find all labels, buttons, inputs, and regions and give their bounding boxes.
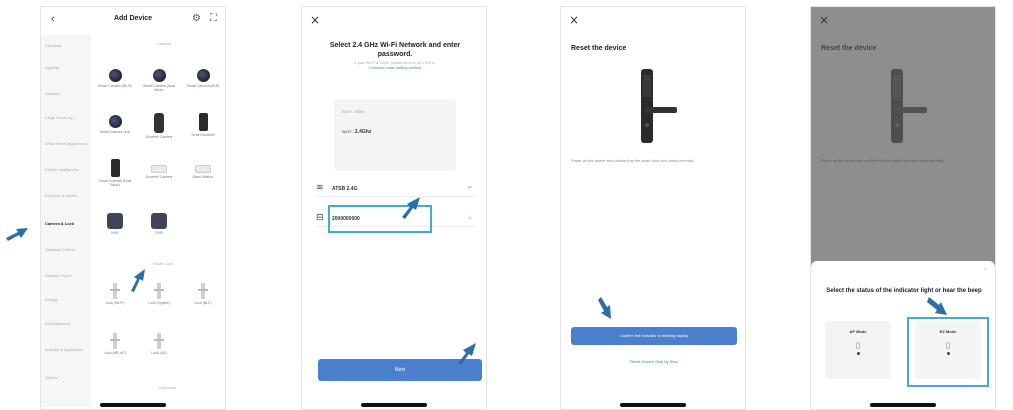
- base-station-icon: [195, 165, 211, 173]
- device-item[interactable]: Lock (4G): [139, 333, 179, 355]
- sidebar-item-outdoor[interactable]: Outdoor Travel: [45, 273, 89, 278]
- sidebar-item-large-appliances[interactable]: Large Home Ap...: [45, 115, 89, 120]
- home-indicator: [870, 403, 936, 407]
- arrow-next-icon: [454, 337, 484, 367]
- arrow-category-icon: [4, 218, 34, 248]
- wifi-5ghz-row: Wi-Fi - 5Ghz: [342, 109, 365, 114]
- close-icon[interactable]: ×: [569, 13, 579, 27]
- camera-icon: [108, 115, 122, 128]
- page-description: Power on the device and confirm that the…: [821, 159, 945, 163]
- wifi-name-field[interactable]: ≋ ATSB 2.4G ⇄: [316, 183, 476, 197]
- device-item[interactable]: DVR: [139, 213, 179, 235]
- wifi-icon: ≋: [316, 183, 324, 193]
- section-lock: Smart Lock: [153, 261, 174, 266]
- sidebar-item-small-appliances[interactable]: Small Home Appliances: [45, 141, 89, 146]
- reset-step-link[interactable]: Reset Device Step by Step: [571, 359, 737, 364]
- doorbell-icon: [110, 159, 120, 177]
- sidebar-item-exercise[interactable]: Exercise & Health: [45, 193, 89, 198]
- eye-icon[interactable]: ◎: [468, 215, 472, 221]
- camera-icon: [196, 69, 210, 82]
- add-more-link[interactable]: Add more: [159, 385, 176, 390]
- device-item[interactable]: Lock (BLE): [183, 283, 223, 305]
- gear-icon[interactable]: ⚙: [192, 13, 201, 24]
- header: ‹ Add Device ⚙ ⛶: [41, 13, 225, 29]
- screen-add-device: ‹ Add Device ⚙ ⛶ Electrical Lighting Sen…: [40, 6, 226, 410]
- doorbell-icon: [154, 113, 164, 133]
- doorbell-icon: [198, 113, 208, 131]
- page-subtitle: If your Wi-Fi is 5GHz, please set it to …: [354, 61, 436, 70]
- sheet-title: Select the status of the indicator light…: [826, 288, 982, 294]
- category-sidebar: Electrical Lighting Sensors Large Home A…: [41, 35, 91, 407]
- close-icon[interactable]: ×: [819, 13, 829, 27]
- arrow-password-icon: [398, 191, 428, 221]
- sidebar-item-lighting[interactable]: Lighting: [45, 65, 89, 70]
- ap-mode-option[interactable]: AP Mode: [825, 321, 891, 379]
- lock-icon: [198, 283, 208, 299]
- device-item[interactable]: NVR: [95, 213, 135, 235]
- sidebar-item-energy[interactable]: Energy: [45, 297, 89, 302]
- lock-icon: [154, 283, 164, 299]
- ptz-camera-icon: [151, 165, 167, 173]
- sidebar-item-others[interactable]: Others: [45, 375, 89, 380]
- mode-bottom-sheet: × Select the status of the indicator lig…: [811, 261, 995, 409]
- device-item[interactable]: Base Station: [183, 165, 223, 179]
- door-lock-image: [635, 69, 679, 145]
- screen-select-mode: × Reset the device Power on the device a…: [810, 6, 996, 410]
- indicator-light-icon: [856, 342, 860, 349]
- arrow-confirm-icon: [595, 295, 625, 325]
- home-indicator: [100, 403, 166, 407]
- page-description: Power on the device and confirm that the…: [571, 159, 695, 163]
- indicator-dot-icon: [856, 352, 860, 355]
- sidebar-item-entertainment[interactable]: Entertainment: [45, 321, 89, 326]
- dvr-icon: [151, 213, 167, 229]
- device-item[interactable]: Doorbell Camera: [139, 165, 179, 179]
- camera-icon: [108, 69, 122, 82]
- lock-icon: [110, 283, 120, 299]
- sidebar-item-camera-lock[interactable]: Camera & Lock: [45, 221, 89, 226]
- lock-icon: [110, 333, 120, 349]
- sidebar-item-sensors[interactable]: Sensors: [45, 91, 89, 96]
- page-title: Reset the device: [571, 45, 627, 52]
- home-indicator: [620, 403, 686, 407]
- arrow-lock-icon: [125, 263, 155, 293]
- lock-icon: [154, 333, 164, 349]
- sidebar-item-kitchen[interactable]: Kitchen Appliances: [45, 167, 89, 172]
- swap-icon[interactable]: ⇄: [468, 185, 472, 191]
- confirm-blinking-button[interactable]: Confirm the indicator is blinking rapidl…: [571, 327, 737, 345]
- screen-reset-device: × Reset the device Power on the device a…: [560, 6, 746, 410]
- router-setting-link[interactable]: Common router setting method: [369, 66, 421, 70]
- device-item[interactable]: Smart Camera (4G): [95, 115, 135, 134]
- wifi-band-illustration: Wi-Fi - 5Ghz Wi-Fi - 2.4Ghz: [334, 99, 456, 171]
- device-item[interactable]: Smart Camera (BLE): [183, 69, 223, 88]
- home-indicator: [361, 403, 427, 407]
- door-lock-image: [885, 69, 929, 145]
- device-item[interactable]: Smart Camera (Wi-Fi): [95, 69, 135, 88]
- device-item[interactable]: Smart Doorbell: [183, 113, 223, 137]
- device-item[interactable]: Smart Doorbell (Dual Band): [95, 159, 135, 187]
- close-icon[interactable]: ×: [310, 13, 320, 27]
- device-item[interactable]: Doorbell Camera: [139, 113, 179, 139]
- page-title: Select 2.4 GHz Wi-Fi Network and enter p…: [329, 42, 461, 58]
- wifi-24ghz-row: Wi-Fi - 2.4Ghz: [342, 129, 372, 135]
- highlight-box: [907, 317, 989, 387]
- nvr-icon: [107, 213, 123, 229]
- camera-icon: [152, 69, 166, 82]
- arrow-ez-mode-icon: [925, 295, 955, 325]
- sidebar-item-electrical[interactable]: Electrical: [45, 43, 89, 48]
- section-camera: Camera: [157, 41, 172, 46]
- device-item[interactable]: Lock (NB-IoT): [95, 333, 135, 355]
- device-item[interactable]: Smart Camera (Dual Band): [139, 69, 179, 92]
- sheet-close-icon[interactable]: ×: [984, 267, 987, 273]
- lock-icon: ⊟: [316, 213, 324, 223]
- instruction-steps: ‹ Add Device ⚙ ⛶ Electrical Lighting Sen…: [0, 0, 1013, 410]
- screen-wifi-setup: × Select 2.4 GHz Wi-Fi Network and enter…: [301, 6, 487, 410]
- page-title: Reset the device: [821, 45, 877, 52]
- scan-icon[interactable]: ⛶: [210, 13, 217, 24]
- sidebar-item-industry[interactable]: Industry & Agriculture: [45, 347, 89, 352]
- sidebar-item-gateway[interactable]: Gateway Control: [45, 247, 89, 252]
